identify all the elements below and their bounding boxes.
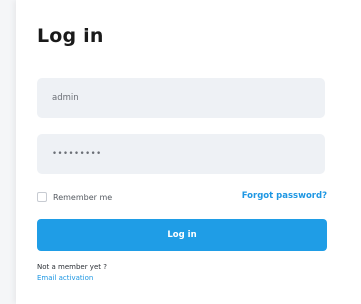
page-title: Log in xyxy=(37,25,104,47)
email-activation-link[interactable]: Email activation xyxy=(37,274,93,282)
login-button[interactable]: Log in xyxy=(37,219,327,251)
remember-me-checkbox[interactable]: Remember me xyxy=(37,192,112,202)
remember-me-label: Remember me xyxy=(53,192,113,202)
checkbox-box[interactable] xyxy=(37,192,47,202)
forgot-password-link[interactable]: Forgot password? xyxy=(242,191,327,201)
username-field[interactable] xyxy=(37,78,325,118)
password-field[interactable] xyxy=(37,134,325,174)
not-member-text: Not a member yet ? xyxy=(37,263,107,271)
